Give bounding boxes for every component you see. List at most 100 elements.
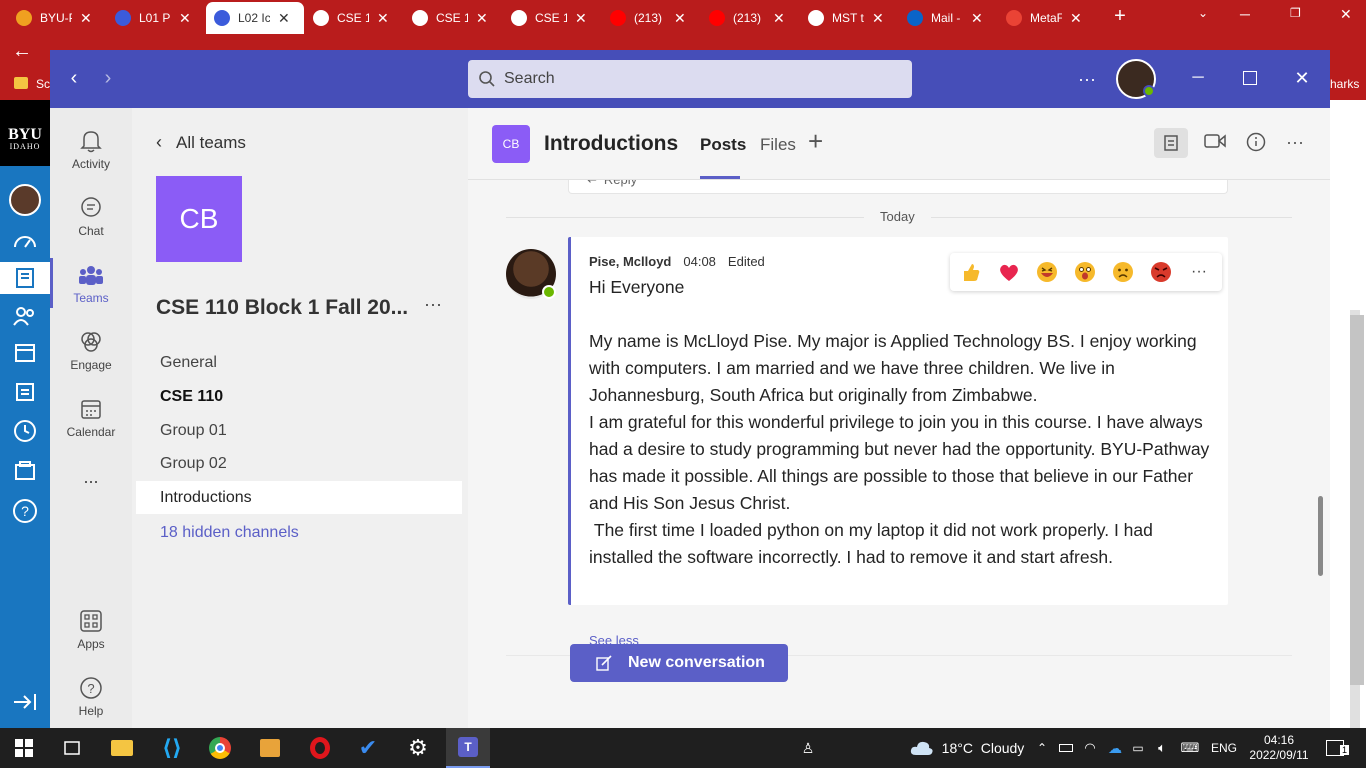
minimize-button[interactable]: ─ — [1186, 66, 1210, 90]
reply-link[interactable]: ↩ Reply — [587, 180, 637, 188]
rail-item-help[interactable]: ? Help — [50, 663, 132, 729]
tab-search-icon[interactable]: ⌄ — [1198, 6, 1208, 20]
close-tab-icon[interactable]: ✕ — [575, 10, 587, 27]
help-icon[interactable]: ? — [9, 495, 41, 527]
rail-item-teams[interactable]: Teams — [50, 250, 132, 316]
channel-item[interactable]: General — [136, 346, 462, 379]
close-window-button[interactable]: ✕ — [1340, 6, 1352, 23]
all-teams-back-link[interactable]: ‹ All teams — [156, 132, 246, 153]
new-tab-button[interactable]: + — [1110, 5, 1130, 29]
onedrive-icon[interactable]: ☁ — [1106, 728, 1124, 768]
language-indicator[interactable]: ENG — [1208, 728, 1240, 768]
channel-item[interactable]: CSE 110 — [136, 380, 462, 413]
keyboard-icon[interactable]: ⌨ — [1178, 728, 1202, 768]
rail-item-apps[interactable]: Apps — [50, 596, 132, 662]
close-button[interactable]: ✕ — [1290, 66, 1314, 90]
restore-window-button[interactable]: ❐ — [1290, 6, 1301, 20]
close-tab-icon[interactable]: ✕ — [377, 10, 389, 27]
studio-icon[interactable] — [9, 455, 41, 487]
close-tab-icon[interactable]: ✕ — [971, 10, 983, 27]
tab-files[interactable]: Files — [760, 135, 796, 155]
close-tab-icon[interactable]: ✕ — [674, 10, 686, 27]
rail-item-chat[interactable]: Chat — [50, 183, 132, 249]
history-icon[interactable] — [9, 415, 41, 447]
more-reactions-icon[interactable]: ··· — [1184, 257, 1214, 287]
collapse-nav-icon[interactable] — [9, 686, 41, 718]
weather-widget[interactable]: 18°C Cloudy — [904, 728, 1030, 768]
channel-item[interactable]: Group 01 — [136, 414, 462, 447]
people-icon[interactable]: ♙ — [796, 728, 820, 768]
add-tab-icon[interactable]: + — [808, 126, 823, 157]
file-explorer-icon[interactable] — [108, 728, 136, 768]
media-player-icon[interactable] — [256, 728, 284, 768]
tab-posts[interactable]: Posts — [700, 135, 746, 155]
close-tab-icon[interactable]: ✕ — [80, 10, 92, 27]
groups-icon[interactable] — [9, 300, 41, 332]
close-tab-icon[interactable]: ✕ — [476, 10, 488, 27]
inbox-icon[interactable] — [9, 376, 41, 408]
browser-tab[interactable]: Mail - ✕ — [899, 4, 997, 32]
browser-tab[interactable]: BYU-Pa ✕ — [8, 4, 106, 32]
browser-tab[interactable]: CSE 11 ✕ — [404, 4, 502, 32]
opera-icon[interactable] — [306, 728, 334, 768]
teams-taskbar-icon[interactable]: T — [446, 728, 490, 768]
surprised-reaction-icon[interactable] — [1070, 257, 1100, 287]
battery-icon[interactable] — [1058, 728, 1074, 768]
bookmark-folder-icon[interactable] — [14, 77, 28, 89]
close-tab-icon[interactable]: ✕ — [278, 10, 290, 27]
search-input[interactable] — [504, 70, 884, 88]
browser-tab[interactable]: CSE 11 ✕ — [503, 4, 601, 32]
video-call-icon[interactable] — [1204, 132, 1226, 155]
network-icon[interactable]: ◠ — [1082, 728, 1098, 768]
volume-icon[interactable]: 🔈︎ — [1154, 728, 1170, 768]
page-scrollbar[interactable] — [1350, 315, 1364, 685]
display-icon[interactable]: ▭ — [1130, 728, 1146, 768]
browser-tab[interactable]: CSE 11 ✕ — [305, 4, 403, 32]
start-button[interactable] — [10, 728, 38, 768]
close-tab-icon[interactable]: ✕ — [773, 10, 785, 27]
vscode-icon[interactable]: ⟨⟩ — [158, 728, 186, 768]
browser-tab[interactable]: (213) F ✕ — [701, 4, 799, 32]
scrollbar-thumb[interactable] — [1318, 496, 1323, 576]
courses-icon[interactable] — [0, 262, 50, 294]
rail-item-calendar[interactable]: Calendar — [50, 384, 132, 450]
notifications-icon[interactable]: 1 — [1322, 728, 1349, 768]
close-tab-icon[interactable]: ✕ — [179, 10, 191, 27]
more-apps-icon[interactable]: ... — [50, 444, 132, 510]
bookmark-item-right[interactable]: harks — [1330, 77, 1359, 91]
browser-tab[interactable]: (213) D ✕ — [602, 4, 700, 32]
team-more-options-icon[interactable]: ··· — [424, 294, 442, 315]
back-arrow-icon[interactable]: ‹ — [64, 67, 84, 89]
more-options-icon[interactable]: ··· — [1074, 66, 1100, 92]
channel-item[interactable]: Group 02 — [136, 447, 462, 480]
user-avatar-icon[interactable] — [9, 184, 41, 216]
bookmark-item[interactable]: Sc — [36, 77, 50, 91]
task-view-icon[interactable] — [60, 728, 84, 768]
close-tab-icon[interactable]: ✕ — [1070, 10, 1082, 27]
channel-item[interactable]: Introductions — [136, 481, 462, 515]
calendar-icon[interactable] — [9, 336, 41, 368]
search-box[interactable] — [468, 60, 912, 98]
sad-reaction-icon[interactable] — [1108, 257, 1138, 287]
maximize-button[interactable] — [1238, 66, 1262, 90]
clock[interactable]: 04:16 2022/09/11 — [1246, 728, 1312, 768]
meeting-notes-icon[interactable] — [1154, 128, 1188, 158]
author-name[interactable]: Pise, Mclloyd — [589, 254, 671, 269]
info-icon[interactable] — [1246, 132, 1266, 157]
rail-item-activity[interactable]: Activity — [50, 116, 132, 182]
hidden-channels-link[interactable]: 18 hidden channels — [160, 524, 299, 542]
browser-tab[interactable]: L01 Pr ✕ — [107, 4, 205, 32]
back-arrow-icon[interactable]: ← — [12, 40, 32, 63]
rail-item-engage[interactable]: Engage — [50, 317, 132, 383]
dashboard-icon[interactable] — [9, 226, 41, 258]
browser-tab[interactable]: MST tu ✕ — [800, 4, 898, 32]
minimize-window-button[interactable]: ─ — [1240, 6, 1250, 22]
settings-icon[interactable]: ⚙ — [404, 728, 432, 768]
laugh-reaction-icon[interactable] — [1032, 257, 1062, 287]
forward-arrow-icon[interactable]: › — [98, 67, 118, 89]
heart-reaction-icon[interactable] — [994, 257, 1024, 287]
browser-tab[interactable]: L02 Ice ✕ — [206, 2, 304, 34]
todo-icon[interactable]: ✔ — [354, 728, 382, 768]
close-tab-icon[interactable]: ✕ — [872, 10, 884, 27]
like-reaction-icon[interactable] — [956, 257, 986, 287]
